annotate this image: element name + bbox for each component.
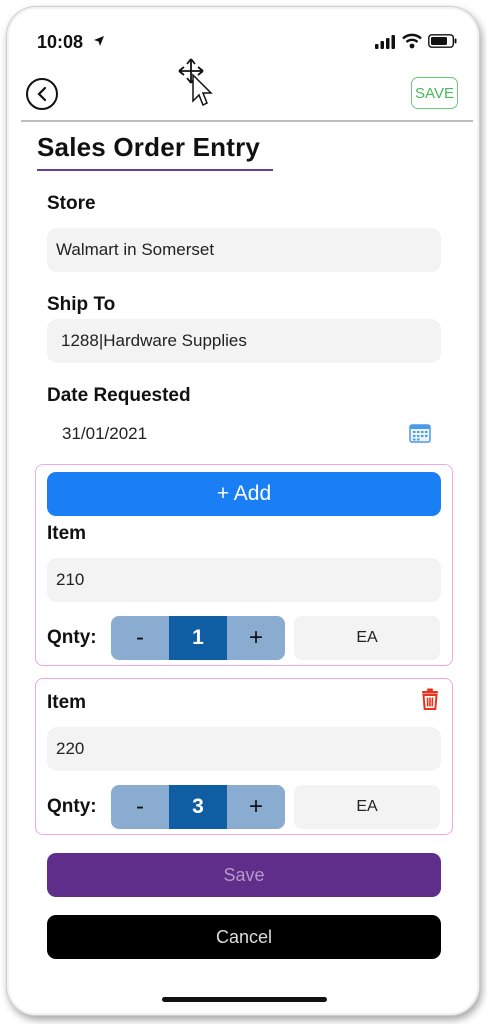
move-cursor-icon: [177, 57, 217, 114]
uom-selector-2[interactable]: EA: [294, 785, 440, 829]
home-indicator: [162, 997, 327, 1002]
phone-frame: 10:08 SAVE Sales Order Entry Store Walma…: [6, 6, 480, 1016]
item-field-1[interactable]: 210: [47, 558, 441, 602]
store-field[interactable]: Walmart in Somerset: [47, 228, 441, 272]
uom-selector-1[interactable]: EA: [294, 616, 440, 660]
qty-label-1: Qnty:: [47, 627, 97, 648]
increment-button[interactable]: +: [227, 616, 285, 660]
qty-label-2: Qnty:: [47, 796, 97, 817]
location-arrow-icon: [93, 34, 105, 52]
top-save-button[interactable]: SAVE: [411, 77, 458, 109]
decrement-button[interactable]: -: [111, 785, 169, 829]
ship-to-field[interactable]: 1288|Hardware Supplies: [47, 319, 441, 363]
item-field-2[interactable]: 220: [47, 727, 441, 771]
calendar-icon[interactable]: [409, 423, 431, 448]
wifi-icon: [402, 33, 422, 54]
battery-icon: [428, 34, 458, 53]
quantity-stepper-2: - 3 +: [111, 785, 285, 829]
add-item-button[interactable]: + Add: [47, 472, 441, 516]
back-icon: [37, 86, 47, 102]
trash-icon[interactable]: [421, 688, 439, 715]
date-requested-label: Date Requested: [47, 385, 191, 406]
cancel-button[interactable]: Cancel: [47, 915, 441, 959]
title-underline: [37, 169, 273, 171]
date-requested-field[interactable]: 31/01/2021: [62, 424, 147, 444]
signal-icon: [375, 35, 397, 54]
store-label: Store: [47, 193, 96, 214]
nav-divider: [21, 120, 473, 122]
ship-to-label: Ship To: [47, 294, 116, 315]
quantity-stepper-1: - 1 +: [111, 616, 285, 660]
status-time: 10:08: [37, 32, 84, 52]
page-title: Sales Order Entry: [37, 132, 261, 162]
item-label-2: Item: [47, 692, 87, 713]
quantity-value: 3: [169, 785, 227, 829]
increment-button[interactable]: +: [227, 785, 285, 829]
decrement-button[interactable]: -: [111, 616, 169, 660]
back-button[interactable]: [26, 78, 58, 110]
save-button[interactable]: Save: [47, 853, 441, 897]
quantity-value: 1: [169, 616, 227, 660]
item-label-1: Item: [47, 523, 87, 544]
